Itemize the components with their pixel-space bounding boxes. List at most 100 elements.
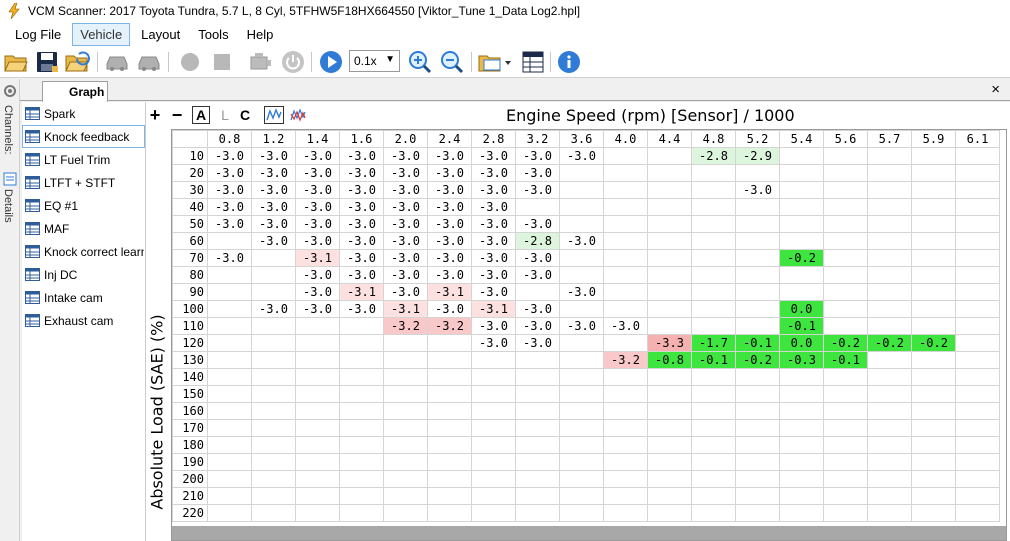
table-cell[interactable] — [603, 215, 648, 233]
table-cell[interactable] — [911, 232, 956, 250]
table-cell[interactable]: -3.0 — [295, 181, 340, 199]
column-header[interactable]: 2.0 — [383, 130, 428, 148]
table-cell[interactable]: -3.0 — [427, 266, 472, 284]
table-cell[interactable] — [691, 198, 736, 216]
row-header[interactable]: 210 — [172, 487, 208, 505]
table-cell[interactable] — [295, 487, 340, 505]
table-cell[interactable] — [515, 402, 560, 420]
table-cell[interactable] — [955, 419, 1000, 437]
add-column-button[interactable]: + — [148, 105, 162, 125]
table-cell[interactable] — [603, 453, 648, 471]
table-cell[interactable] — [603, 249, 648, 267]
table-cell[interactable]: -3.0 — [559, 283, 604, 301]
table-cell[interactable] — [559, 504, 604, 522]
row-header[interactable]: 140 — [172, 368, 208, 386]
row-header[interactable]: 70 — [172, 249, 208, 267]
table-cell[interactable] — [383, 453, 428, 471]
column-header[interactable]: 5.9 — [911, 130, 956, 148]
table-cell[interactable] — [867, 249, 912, 267]
table-cell[interactable] — [559, 368, 604, 386]
remove-column-button[interactable]: − — [170, 105, 184, 125]
table-cell[interactable]: -3.0 — [427, 164, 472, 182]
table-cell[interactable] — [823, 453, 868, 471]
table-cell[interactable]: -0.2 — [911, 334, 956, 352]
table-cell[interactable] — [603, 436, 648, 454]
table-cell[interactable] — [207, 504, 252, 522]
table-cell[interactable] — [647, 385, 692, 403]
table-cell[interactable] — [867, 181, 912, 199]
table-cell[interactable] — [515, 436, 560, 454]
chart-view-icon[interactable] — [264, 106, 284, 124]
row-header[interactable]: 90 — [172, 283, 208, 301]
table-cell[interactable]: -3.0 — [295, 164, 340, 182]
table-cell[interactable] — [295, 453, 340, 471]
table-cell[interactable] — [691, 453, 736, 471]
table-cell[interactable] — [691, 419, 736, 437]
save-disk-icon[interactable] — [34, 49, 60, 75]
table-cell[interactable] — [207, 351, 252, 369]
table-cell[interactable] — [647, 215, 692, 233]
gear-icon[interactable] — [2, 83, 18, 99]
table-cell[interactable]: -0.1 — [691, 351, 736, 369]
table-cell[interactable]: -3.0 — [251, 215, 296, 233]
table-cell[interactable] — [867, 215, 912, 233]
table-cell[interactable] — [603, 334, 648, 352]
table-cell[interactable] — [823, 402, 868, 420]
table-cell[interactable] — [603, 470, 648, 488]
table-cell[interactable] — [911, 215, 956, 233]
table-cell[interactable]: -3.0 — [251, 198, 296, 216]
table-cell[interactable] — [691, 317, 736, 335]
table-cell[interactable] — [559, 453, 604, 471]
table-cell[interactable] — [823, 198, 868, 216]
table-cell[interactable] — [867, 317, 912, 335]
table-cell[interactable]: 0.0 — [779, 300, 824, 318]
table-cell[interactable] — [735, 249, 780, 267]
table-cell[interactable] — [603, 164, 648, 182]
table-cell[interactable]: -0.3 — [779, 351, 824, 369]
table-cell[interactable] — [559, 385, 604, 403]
table-cell[interactable]: -3.0 — [427, 232, 472, 250]
table-cell[interactable] — [647, 266, 692, 284]
table-cell[interactable] — [339, 317, 384, 335]
table-cell[interactable]: -0.1 — [779, 317, 824, 335]
table-cell[interactable]: -3.0 — [339, 215, 384, 233]
row-header[interactable]: 220 — [172, 504, 208, 522]
row-header[interactable]: 80 — [172, 266, 208, 284]
table-cell[interactable] — [295, 317, 340, 335]
row-header[interactable]: 190 — [172, 453, 208, 471]
table-cell[interactable] — [559, 198, 604, 216]
play-icon[interactable] — [318, 49, 344, 75]
table-cell[interactable] — [515, 198, 560, 216]
table-cell[interactable] — [251, 385, 296, 403]
table-cell[interactable]: -3.0 — [471, 198, 516, 216]
table-cell[interactable]: -3.0 — [251, 300, 296, 318]
table-cell[interactable]: -3.1 — [471, 300, 516, 318]
table-cell[interactable] — [691, 215, 736, 233]
table-cell[interactable] — [911, 266, 956, 284]
table-cell[interactable]: -3.1 — [295, 249, 340, 267]
table-cell[interactable] — [691, 402, 736, 420]
table-cell[interactable] — [911, 147, 956, 165]
table-cell[interactable] — [823, 385, 868, 403]
table-cell[interactable]: 0.0 — [779, 334, 824, 352]
close-icon[interactable]: × — [991, 81, 1000, 98]
table-cell[interactable] — [735, 453, 780, 471]
table-cell[interactable] — [251, 487, 296, 505]
table-cell[interactable] — [691, 300, 736, 318]
table-cell[interactable]: -3.0 — [383, 249, 428, 267]
table-cell[interactable]: -0.2 — [823, 334, 868, 352]
table-cell[interactable] — [251, 317, 296, 335]
table-cell[interactable] — [735, 215, 780, 233]
table-cell[interactable] — [603, 385, 648, 403]
table-cell[interactable] — [251, 283, 296, 301]
table-cell[interactable]: -3.0 — [339, 198, 384, 216]
table-cell[interactable] — [955, 181, 1000, 199]
table-cell[interactable] — [559, 402, 604, 420]
table-cell[interactable] — [647, 164, 692, 182]
table-cell[interactable] — [779, 436, 824, 454]
table-cell[interactable]: -3.0 — [427, 181, 472, 199]
table-cell[interactable] — [251, 368, 296, 386]
table-cell[interactable] — [823, 283, 868, 301]
table-cell[interactable]: -3.0 — [339, 181, 384, 199]
table-cell[interactable] — [515, 453, 560, 471]
